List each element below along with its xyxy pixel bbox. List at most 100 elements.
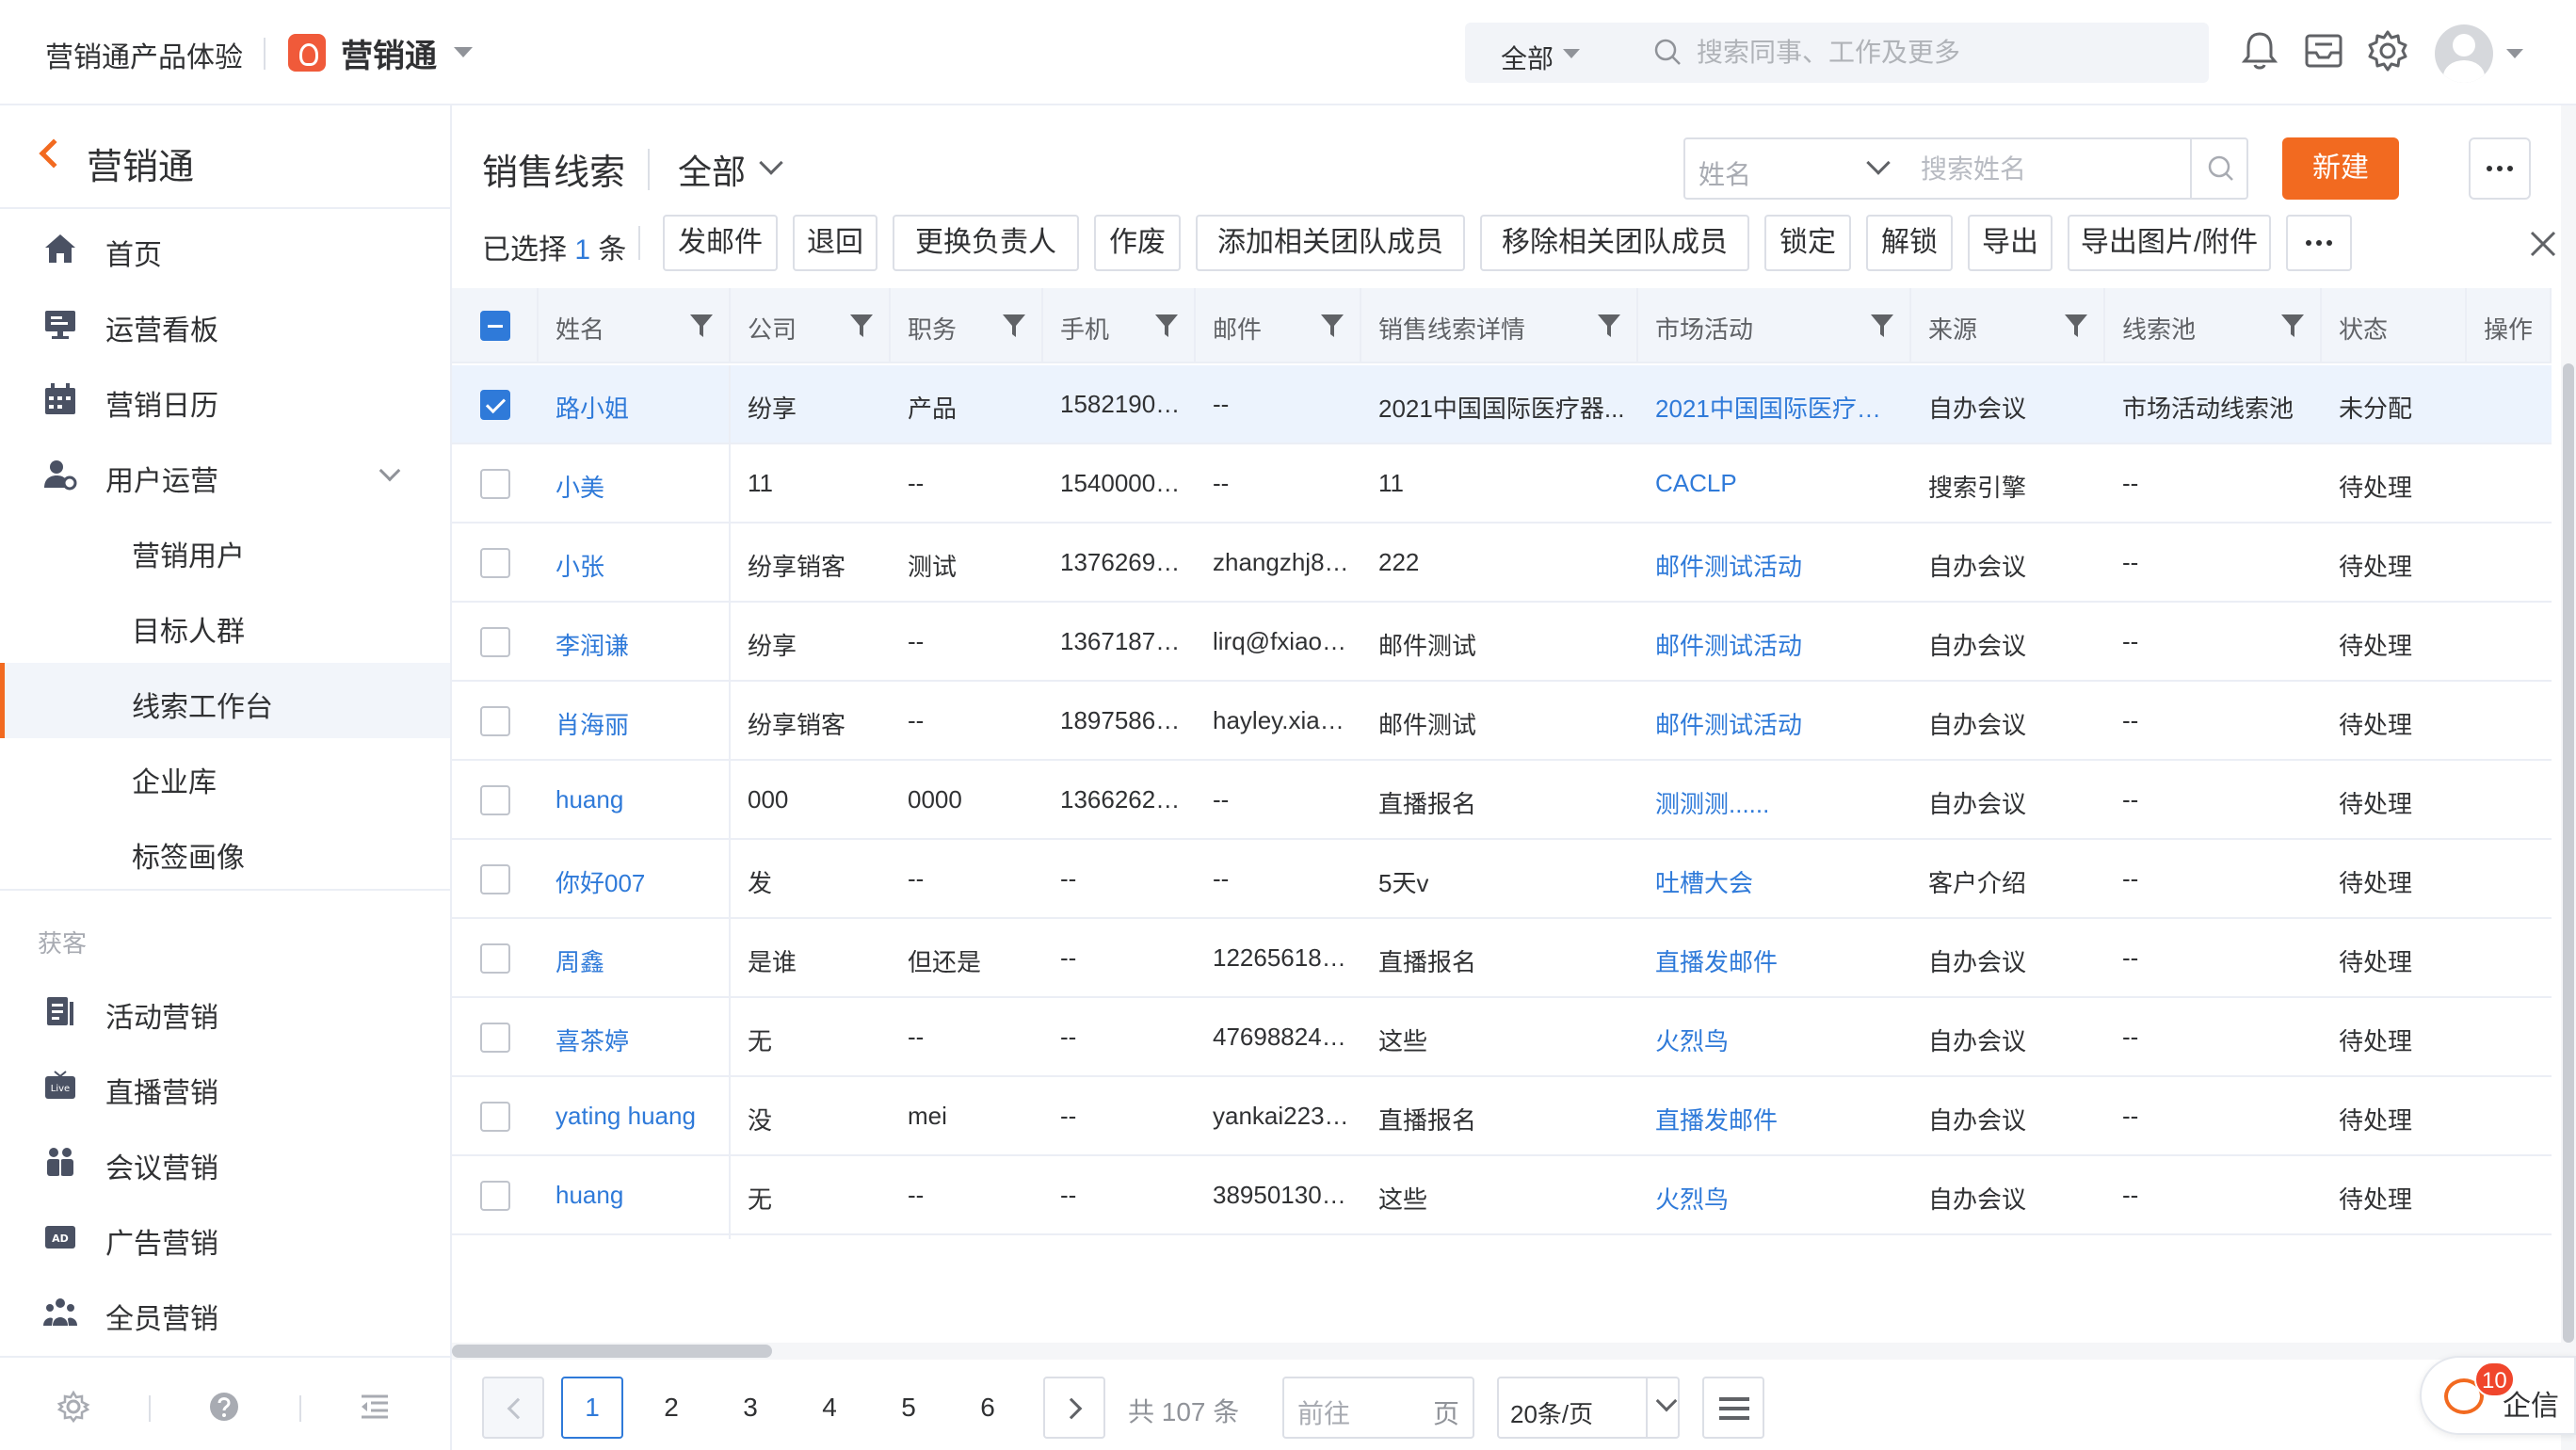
filter-icon[interactable] xyxy=(1320,313,1344,339)
sidebar-subitem-lead-workbench[interactable]: 线索工作台 xyxy=(0,663,450,738)
cell-link[interactable]: 火烈鸟 xyxy=(1655,1023,1729,1057)
row-checkbox[interactable] xyxy=(480,548,510,578)
table-row[interactable]: 周鑫 是谁 但还是 -- 122656187... 直播报名 直播发邮件 自办会议 -- 待处理 xyxy=(452,919,2552,998)
filter-icon[interactable] xyxy=(1002,313,1026,339)
page-2[interactable]: 2 xyxy=(640,1377,702,1439)
search-button[interactable] xyxy=(2190,139,2246,198)
more-button[interactable] xyxy=(2469,137,2531,200)
product-name[interactable]: 营销通产品体验 xyxy=(45,34,243,75)
column-header[interactable]: 线索池 xyxy=(2105,288,2322,363)
qixin-chat-button[interactable]: 10 企信 xyxy=(2420,1356,2576,1435)
row-checkbox[interactable] xyxy=(480,1102,510,1132)
sidebar-item-ad-marketing[interactable]: AD 广告营销 xyxy=(0,1200,450,1275)
prev-page-button[interactable] xyxy=(482,1377,544,1439)
void-button[interactable]: 作废 xyxy=(1094,215,1181,271)
search-scope-select[interactable]: 全部 xyxy=(1501,39,1554,76)
row-checkbox[interactable] xyxy=(480,1023,510,1053)
horizontal-scrollbar[interactable] xyxy=(452,1343,2576,1360)
column-header[interactable]: 市场活动 xyxy=(1638,288,1911,363)
column-header[interactable]: 操作 xyxy=(2467,288,2552,363)
sidebar-item-live-marketing[interactable]: Live 直播营销 xyxy=(0,1049,450,1124)
sidebar-item-team-marketing[interactable]: 全员营销 xyxy=(0,1275,450,1350)
cell-link[interactable]: 火烈鸟 xyxy=(1655,1181,1729,1216)
row-checkbox[interactable] xyxy=(480,864,510,894)
page-5[interactable]: 5 xyxy=(877,1377,940,1439)
cell-link[interactable]: 直播发邮件 xyxy=(1655,943,1778,978)
search-field-select[interactable]: 姓名 xyxy=(1699,154,1751,192)
filter-icon[interactable] xyxy=(1597,313,1621,339)
filter-icon[interactable] xyxy=(1870,313,1894,339)
name-search-input[interactable] xyxy=(1921,149,2194,190)
column-header[interactable]: 手机 xyxy=(1043,288,1196,363)
remove-team-member-button[interactable]: 移除相关团队成员 xyxy=(1480,215,1749,271)
row-checkbox[interactable] xyxy=(480,1181,510,1211)
add-team-member-button[interactable]: 添加相关团队成员 xyxy=(1196,215,1465,271)
vertical-scrollbar[interactable] xyxy=(2561,105,2576,1450)
cell-link[interactable]: 路小姐 xyxy=(555,390,629,425)
table-row[interactable]: yating huang 没 mei -- yankai2233... 直播报名 直播发邮件… xyxy=(452,1077,2552,1156)
export-button[interactable]: 导出 xyxy=(1968,215,2053,271)
cell-link[interactable]: 小张 xyxy=(555,548,604,583)
filter-icon[interactable] xyxy=(2280,313,2305,339)
app-switcher[interactable]: 营销通 xyxy=(341,30,437,76)
page-1[interactable]: 1 xyxy=(561,1377,623,1439)
scrollbar-thumb[interactable] xyxy=(452,1345,772,1358)
export-attachments-button[interactable]: 导出图片/附件 xyxy=(2068,215,2271,271)
row-checkbox[interactable] xyxy=(480,469,510,499)
send-email-button[interactable]: 发邮件 xyxy=(663,215,778,271)
sidebar-item-activity-marketing[interactable]: 活动营销 xyxy=(0,974,450,1049)
table-row[interactable]: 路小姐 纷享 产品 15821902... -- 2021中国国际医疗器... 2021中国… xyxy=(452,365,2552,444)
cell-link[interactable]: 邮件测试活动 xyxy=(1655,627,1802,662)
row-checkbox[interactable] xyxy=(480,706,510,736)
cell-link[interactable]: 邮件测试活动 xyxy=(1655,706,1802,741)
table-row[interactable]: huang 000 0000 13662621... -- 直播报名 测测测...... 自办… xyxy=(452,761,2552,840)
caret-down-icon[interactable] xyxy=(454,47,473,57)
table-row[interactable]: 小张 纷享销客 测试 13762692... zhangzhj86... 222 邮件测试活… xyxy=(452,524,2552,603)
page-size-select[interactable]: 20条/页 xyxy=(1497,1377,1680,1439)
column-header[interactable]: 职务 xyxy=(891,288,1043,363)
cell-link[interactable]: CACLP xyxy=(1655,469,1737,498)
return-button[interactable]: 退回 xyxy=(793,215,877,271)
new-button[interactable]: 新建 xyxy=(2282,137,2399,200)
table-row[interactable]: 喜茶婷 无 -- -- 476988246... 这些 火烈鸟 自办会议 -- 待处理 xyxy=(452,998,2552,1077)
cell-link[interactable]: 小美 xyxy=(555,469,604,504)
column-header[interactable]: 状态 xyxy=(2322,288,2467,363)
column-header[interactable]: 姓名 xyxy=(539,288,731,363)
page-4[interactable]: 4 xyxy=(798,1377,861,1439)
sidebar-subitem-marketing-users[interactable]: 营销用户 xyxy=(0,512,450,588)
change-owner-button[interactable]: 更换负责人 xyxy=(893,215,1079,271)
select-all-checkbox[interactable] xyxy=(480,311,510,341)
page-3[interactable]: 3 xyxy=(719,1377,781,1439)
filter-icon[interactable] xyxy=(1154,313,1179,339)
caret-down-icon[interactable] xyxy=(2506,49,2523,58)
scrollbar-thumb[interactable] xyxy=(2563,363,2574,1343)
row-checkbox[interactable] xyxy=(480,390,510,420)
cell-link[interactable]: 周鑫 xyxy=(555,943,604,978)
filter-icon[interactable] xyxy=(2064,313,2088,339)
cell-link[interactable]: 李润谦 xyxy=(555,627,629,662)
cell-link[interactable]: 吐槽大会 xyxy=(1655,864,1753,899)
row-checkbox[interactable] xyxy=(480,943,510,974)
column-header[interactable]: 公司 xyxy=(731,288,891,363)
cell-link[interactable]: huang xyxy=(555,1181,623,1210)
row-checkbox[interactable] xyxy=(480,785,510,815)
cell-link[interactable]: 直播发邮件 xyxy=(1655,1102,1778,1136)
filter-icon[interactable] xyxy=(849,313,874,339)
settings-icon[interactable] xyxy=(56,1390,90,1424)
avatar[interactable] xyxy=(2435,24,2493,83)
table-row[interactable]: 婷婷子为----268696124...所发生的--客户介绍--待处理 xyxy=(452,1235,2552,1239)
cell-link[interactable]: 邮件测试活动 xyxy=(1655,548,1802,583)
page-6[interactable]: 6 xyxy=(957,1377,1019,1439)
back-arrow-icon[interactable] xyxy=(39,138,69,169)
caret-down-icon[interactable] xyxy=(1563,49,1580,58)
column-header[interactable]: 邮件 xyxy=(1196,288,1361,363)
gear-icon[interactable] xyxy=(2365,28,2410,73)
cell-link[interactable]: 2021中国国际医疗器... xyxy=(1655,390,1900,425)
unlock-button[interactable]: 解锁 xyxy=(1866,215,1953,271)
more-actions-button[interactable] xyxy=(2286,215,2352,271)
collapse-menu-icon[interactable] xyxy=(358,1390,392,1424)
column-header[interactable]: 来源 xyxy=(1911,288,2105,363)
table-row[interactable]: 肖海丽 纷享销客 -- 18975867... hayley.xiao... 邮件测试 邮件… xyxy=(452,682,2552,761)
chevron-down-icon[interactable] xyxy=(378,459,401,482)
global-search-input[interactable] xyxy=(1697,32,2186,73)
